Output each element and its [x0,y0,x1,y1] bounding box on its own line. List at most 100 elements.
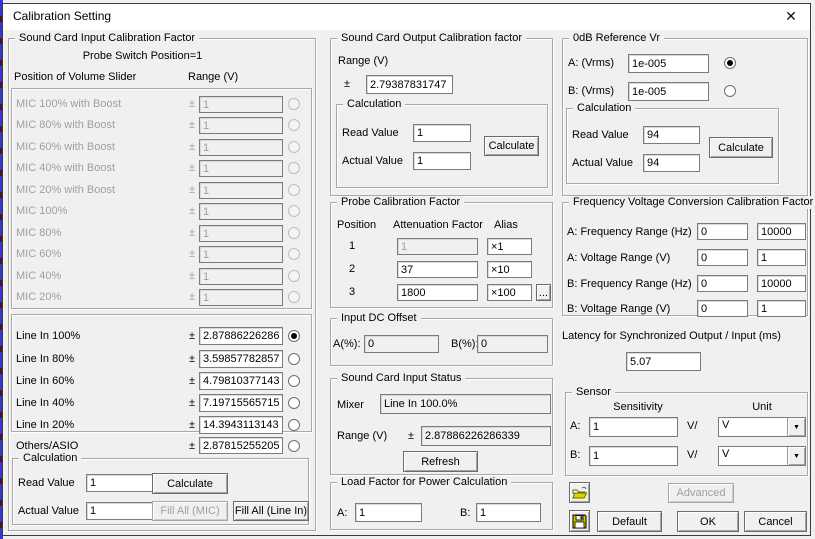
ref-a-radio[interactable] [724,57,736,69]
dc-offset-b-label: B(%): [451,338,479,351]
close-icon[interactable]: ✕ [779,7,803,26]
mic-range-input[interactable] [199,225,283,242]
default-button[interactable]: Default [597,511,662,532]
mic-range-input[interactable] [199,246,283,263]
calibration-setting-dialog: Calibration Setting ✕ Sound Card Input C… [0,0,815,539]
dc-offset-a-input[interactable] [364,335,439,353]
freq-volt-row-label: B: Frequency Range (Hz) [567,278,692,291]
load-factor-a-input[interactable] [355,503,422,522]
refresh-button[interactable]: Refresh [403,451,478,472]
linein-range-radio[interactable] [288,397,300,409]
mic-range-radio[interactable] [288,119,300,131]
ref-b-radio[interactable] [724,85,736,97]
actual-value-input[interactable] [413,152,471,170]
linein-range-radio[interactable] [288,353,300,365]
status-range-label: Range (V) [337,430,387,443]
more-options-button[interactable]: ... [536,284,551,301]
plus-minus: ± [189,227,195,240]
output-range-input[interactable] [366,75,453,94]
mic-range-input[interactable] [199,160,283,177]
mic-row-label: MIC 40% [16,270,61,283]
linein-range-radio[interactable] [288,419,300,431]
mic-range-radio[interactable] [288,162,300,174]
ok-button[interactable]: OK [677,511,739,532]
linein-range-input[interactable] [199,350,283,368]
linein-range-input[interactable] [199,416,283,434]
freq-volt-from-input[interactable] [697,300,748,317]
actual-value-label: Actual Value [18,505,79,518]
linein-range-input[interactable] [199,372,283,390]
alias-input[interactable] [487,284,532,301]
calculate-button[interactable]: Calculate [484,136,539,156]
attenuation-input[interactable] [397,238,478,255]
linein-range-input[interactable] [199,394,283,412]
plus-minus: ± [189,98,195,111]
mic-range-radio[interactable] [288,270,300,282]
read-value-input[interactable] [643,126,700,144]
save-button[interactable] [569,510,590,532]
sensor-a-unit-value: V [719,418,787,436]
freq-volt-from-input[interactable] [697,275,748,292]
mic-range-radio[interactable] [288,205,300,217]
fill-all-linein-button[interactable]: Fill All (Line In) [233,501,309,521]
actual-value-input[interactable] [643,154,700,172]
mic-range-radio[interactable] [288,98,300,110]
freq-volt-to-input[interactable] [757,275,806,292]
others-asio-radio[interactable] [288,440,300,452]
sensor-a-sensitivity-input[interactable] [589,417,678,437]
mic-range-radio[interactable] [288,184,300,196]
plus-minus: ± [189,162,195,175]
linein-range-radio[interactable] [288,375,300,387]
linein-row-label: Line In 60% [16,375,74,388]
freq-volt-to-input[interactable] [757,223,806,240]
mic-range-radio[interactable] [288,227,300,239]
ref-b-input[interactable] [628,82,709,101]
freq-volt-from-input[interactable] [697,223,748,240]
advanced-button[interactable]: Advanced [668,483,734,503]
chevron-down-icon[interactable]: ▼ [787,418,805,436]
freq-volt-to-input[interactable] [757,300,806,317]
plus-minus: ± [189,205,195,218]
alias-input[interactable] [487,238,532,255]
mic-row-label: MIC 20% [16,291,61,304]
calculate-button[interactable]: Calculate [709,137,773,158]
linein-range-input[interactable] [199,327,283,345]
mic-range-radio[interactable] [288,141,300,153]
dialog-title: Calibration Setting [13,9,111,23]
read-value-input[interactable] [413,124,471,142]
calculate-button[interactable]: Calculate [152,473,228,494]
load-factor-b-input[interactable] [476,503,541,522]
attenuation-input[interactable] [397,261,478,278]
mic-range-input[interactable] [199,117,283,134]
freq-volt-from-input[interactable] [697,249,748,266]
mic-range-input[interactable] [199,96,283,113]
fill-all-mic-button[interactable]: Fill All (MIC) [152,501,228,521]
mic-range-input[interactable] [199,203,283,220]
probe-position-label: 3 [345,286,359,299]
mic-row-label: MIC 60% [16,248,61,261]
cancel-button[interactable]: Cancel [744,511,807,532]
others-asio-range-input[interactable] [199,437,283,454]
ref-a-input[interactable] [628,54,709,73]
attenuation-input[interactable] [397,284,478,301]
mic-range-radio[interactable] [288,248,300,260]
mic-range-input[interactable] [199,182,283,199]
sensor-b-label: B: [570,449,580,462]
chevron-down-icon[interactable]: ▼ [787,447,805,465]
mic-range-radio[interactable] [288,291,300,303]
latency-input[interactable] [626,352,701,371]
sensor-a-unit-select[interactable]: V ▼ [718,417,806,437]
mic-range-input[interactable] [199,139,283,156]
open-file-button[interactable] [569,482,590,503]
freq-volt-to-input[interactable] [757,249,806,266]
mic-row-label: MIC 60% with Boost [16,141,115,154]
mic-range-input[interactable] [199,268,283,285]
sensor-b-sensitivity-input[interactable] [589,446,678,466]
actual-value-label: Actual Value [342,155,403,168]
sensor-b-unit-select[interactable]: V ▼ [718,446,806,466]
latency-label: Latency for Synchronized Output / Input … [562,330,781,343]
mic-range-input[interactable] [199,289,283,306]
dc-offset-b-input[interactable] [477,335,548,353]
alias-input[interactable] [487,261,532,278]
linein-range-radio[interactable] [288,330,300,342]
